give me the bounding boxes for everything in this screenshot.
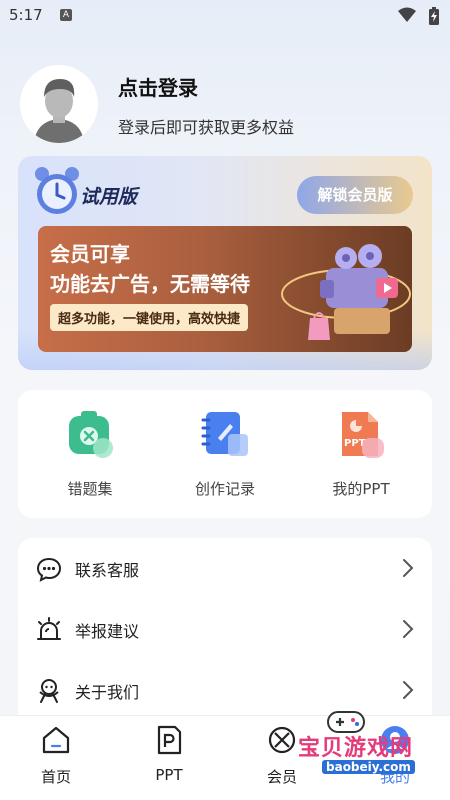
- unlock-vip-button[interactable]: 解锁会员版: [297, 176, 413, 214]
- film-projector-icon: [281, 244, 411, 340]
- menu-item-report[interactable]: 举报建议: [18, 599, 432, 659]
- status-bar: 5:17 A: [0, 0, 450, 32]
- tool-creation-record[interactable]: 创作记录: [165, 408, 285, 499]
- default-avatar-icon: [20, 65, 98, 143]
- chat-icon: [36, 557, 62, 582]
- tool-label: 错题集: [67, 480, 113, 498]
- chevron-right-icon: [403, 681, 414, 699]
- vip-card[interactable]: 试用版 解锁会员版 会员可享 功能去广告，无需等待 超多功能，一键使用，高效快捷: [18, 156, 432, 370]
- tool-label: 我的PPT: [332, 480, 390, 498]
- tools-card: 错题集 创作记录 PPT 我的PPT: [18, 390, 432, 518]
- alarm-icon: [37, 617, 61, 640]
- menu-label: 举报建议: [75, 622, 140, 641]
- creation-record-icon: [201, 412, 248, 456]
- nav-label: PPT: [155, 766, 183, 784]
- status-time: 5:17: [9, 6, 43, 24]
- about-icon: [39, 679, 59, 703]
- avatar[interactable]: [20, 65, 98, 143]
- menu-label: 联系客服: [75, 561, 140, 580]
- trial-badge: 试用版: [80, 186, 138, 208]
- alarm-clock-icon: [35, 167, 79, 214]
- ppt-icon: PPT: [342, 412, 384, 458]
- chevron-right-icon: [403, 559, 414, 577]
- vip-benefit-line1: 会员可享: [50, 242, 130, 266]
- profile-page: 5:17 A 点击登录 登录后即可获取更多权益 试用版 解锁会员版 会员可享 功…: [0, 0, 450, 800]
- nav-label: 首页: [40, 768, 71, 786]
- chevron-right-icon: [403, 620, 414, 638]
- ppt-nav-icon: [157, 725, 182, 755]
- vip-nav-icon: [268, 726, 296, 754]
- battery-icon: [429, 7, 439, 25]
- watermark: 宝贝游戏网 baobeiy.com: [298, 700, 428, 780]
- home-icon: [42, 726, 70, 754]
- login-subtitle: 登录后即可获取更多权益: [118, 118, 295, 137]
- tool-label: 创作记录: [194, 480, 255, 498]
- watermark-text: 宝贝游戏网: [298, 736, 414, 761]
- watermark-url: baobeiy.com: [322, 760, 415, 774]
- tool-wrong-questions[interactable]: 错题集: [30, 408, 150, 499]
- notification-icon: A: [60, 9, 72, 21]
- wifi-icon: [398, 7, 416, 22]
- vip-benefits-banner[interactable]: 会员可享 功能去广告，无需等待 超多功能，一键使用，高效快捷: [38, 226, 412, 352]
- nav-home[interactable]: 首页: [16, 724, 96, 787]
- login-title[interactable]: 点击登录: [118, 72, 198, 101]
- menu-label: 关于我们: [75, 683, 140, 702]
- wrong-questions-icon: [69, 411, 113, 458]
- vip-tagline: 超多功能，一键使用，高效快捷: [50, 304, 249, 331]
- tool-my-ppt[interactable]: PPT 我的PPT: [301, 408, 421, 499]
- nav-ppt[interactable]: PPT: [129, 724, 209, 784]
- menu-item-contact-service[interactable]: 联系客服: [18, 538, 432, 598]
- vip-benefit-line2: 功能去广告，无需等待: [50, 272, 250, 296]
